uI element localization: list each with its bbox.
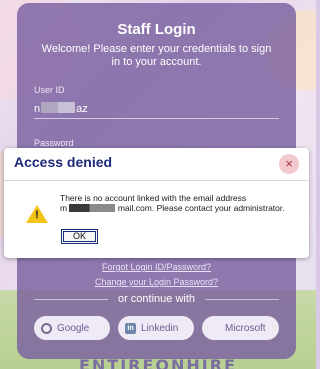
change-password-link[interactable]: Change your Login Password? [17,277,296,287]
microsoft-login-button[interactable]: Microsoft [202,316,279,340]
google-login-button[interactable]: Google [34,316,110,340]
login-title: Staff Login [117,21,196,38]
user-id-input[interactable]: n az [34,102,279,119]
message-part2: mail.com. Please contact your administra… [117,203,285,213]
dialog-title: Access denied [14,154,113,170]
linkedin-icon: in [125,322,136,334]
message-part1: There is no account linked with the emai… [60,193,247,203]
close-icon[interactable]: × [279,154,299,174]
user-id-value-end: az [76,103,88,115]
access-denied-dialog: Access denied × ! There is no account li… [4,148,309,258]
google-label: Google [57,322,90,334]
user-id-label: User ID [34,85,65,95]
ok-button[interactable]: OK [61,229,98,244]
user-id-value-start: n [34,103,41,115]
linkedin-label: Linkedin [141,322,179,334]
microsoft-label: Microsoft [225,322,266,334]
microsoft-icon [209,323,220,334]
forgot-login-link[interactable]: Forgot Login ID/Password? [17,262,296,272]
message-prefix: m [60,203,68,213]
linkedin-login-button[interactable]: in Linkedin [118,316,194,340]
login-subtitle: Welcome! Please enter your credentials t… [41,43,272,68]
dialog-message: There is no account linked with the emai… [60,193,290,213]
dialog-divider [4,180,309,181]
password-label: Password [34,138,74,148]
divider [205,299,279,300]
redaction-block [41,102,76,113]
redaction-block [69,204,116,212]
warning-mark: ! [35,209,39,221]
google-icon [41,322,52,334]
